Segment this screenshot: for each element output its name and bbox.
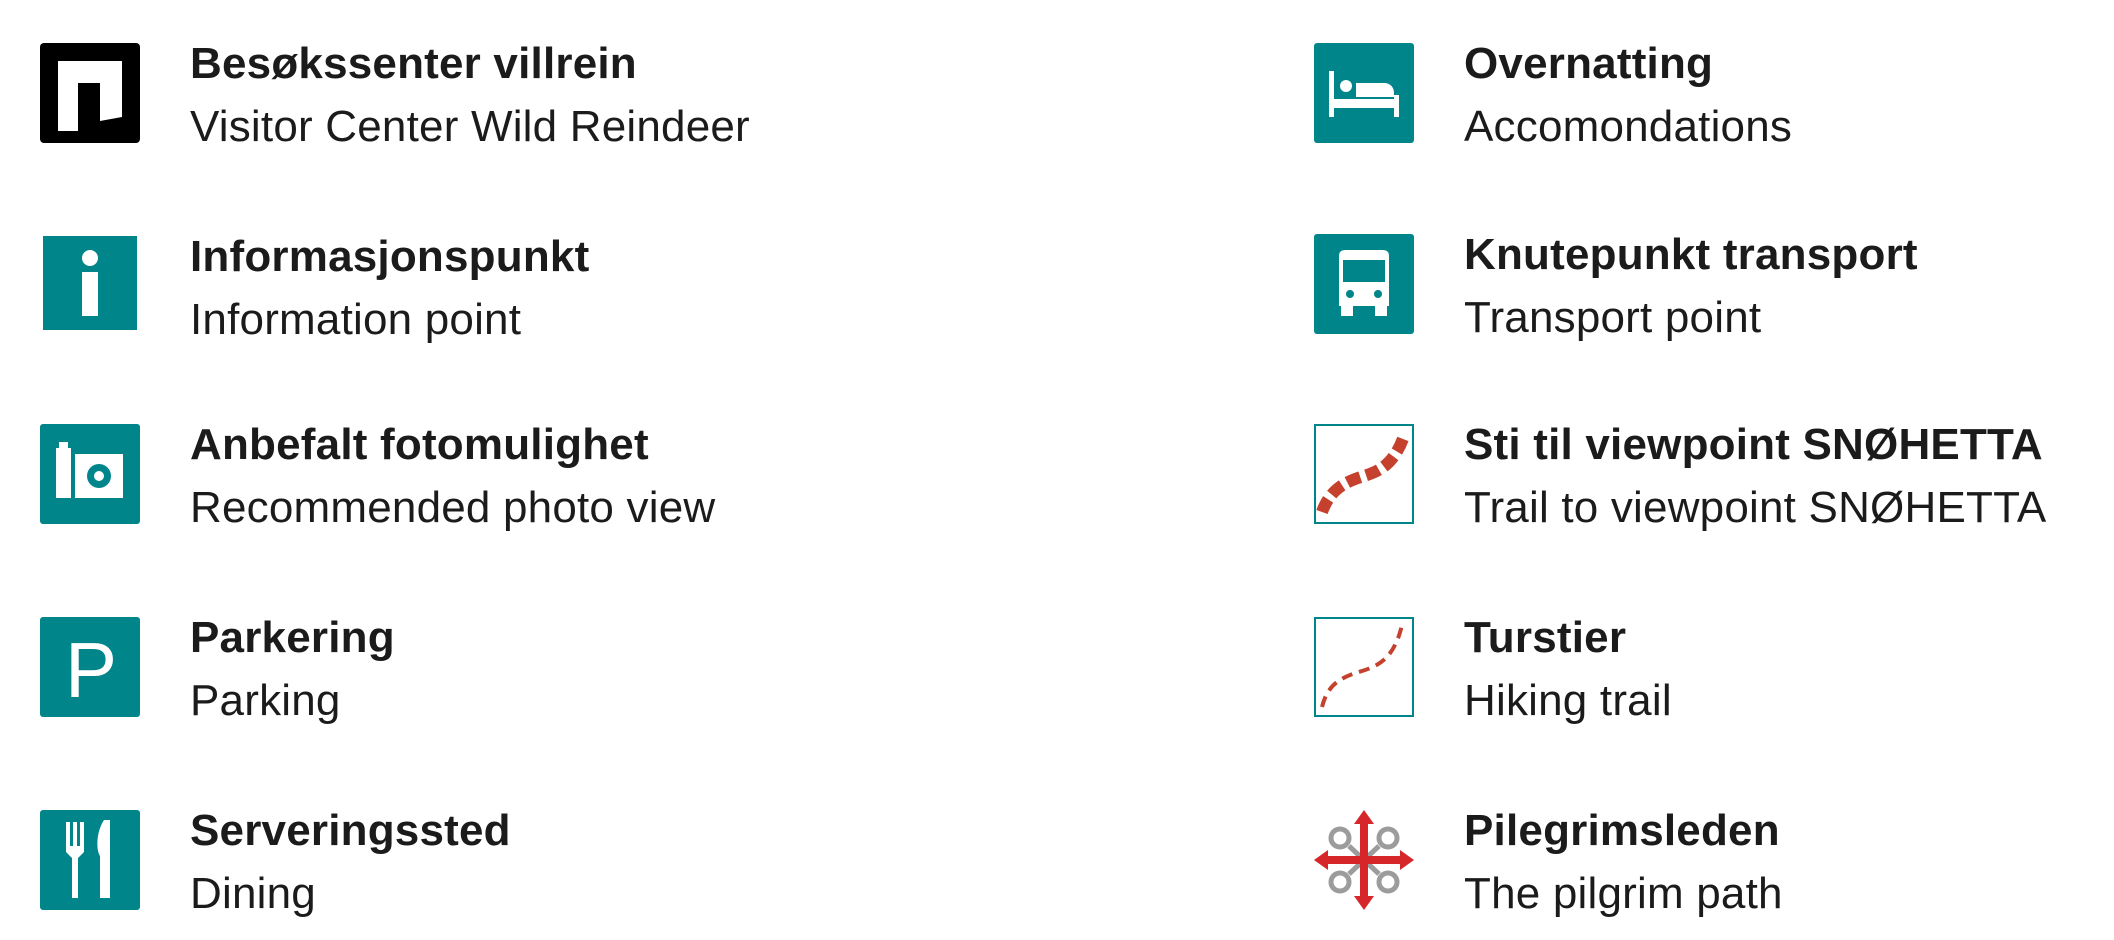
legend-title-visitor-center: Besøkssenter villrein — [190, 39, 637, 88]
hiking-trail-icon — [1314, 617, 1414, 717]
legend-title-dining: Serveringssted — [190, 806, 511, 855]
legend-subtitle-viewpoint-trail: Trail to viewpoint SNØHETTA — [1464, 483, 2047, 532]
legend-title-information: Informasjonspunkt — [190, 232, 590, 281]
info-icon — [40, 236, 140, 336]
bed-icon — [1314, 43, 1414, 143]
legend-subtitle-photo: Recommended photo view — [190, 483, 716, 532]
visitor-center-icon — [40, 43, 140, 143]
legend-title-pilgrim-path: Pilegrimsleden — [1464, 806, 1780, 855]
legend-title-photo: Anbefalt fotomulighet — [190, 420, 649, 469]
parking-letter: P — [65, 626, 117, 714]
legend-subtitle-hiking-trail: Hiking trail — [1464, 676, 1672, 725]
cutlery-icon — [40, 810, 140, 910]
parking-icon: P — [40, 617, 140, 717]
viewpoint-trail-icon — [1314, 424, 1414, 524]
legend-title-viewpoint-trail: Sti til viewpoint SNØHETTA — [1464, 420, 2043, 469]
legend-subtitle-transport: Transport point — [1464, 293, 1762, 342]
legend-subtitle-pilgrim-path: The pilgrim path — [1464, 869, 1783, 918]
pilgrim-path-icon — [1314, 810, 1414, 910]
legend-subtitle-information: Information point — [190, 295, 522, 344]
legend-title-parking: Parkering — [190, 613, 395, 662]
legend-title-transport: Knutepunkt transport — [1464, 230, 1918, 279]
bus-icon — [1314, 234, 1414, 334]
legend-subtitle-dining: Dining — [190, 869, 316, 918]
legend-subtitle-accommodation: Accomondations — [1464, 102, 1793, 151]
camera-icon — [40, 424, 140, 524]
legend-title-accommodation: Overnatting — [1464, 39, 1714, 88]
legend-subtitle-parking: Parking — [190, 676, 341, 725]
legend-title-hiking-trail: Turstier — [1464, 613, 1627, 662]
legend-subtitle-visitor-center: Visitor Center Wild Reindeer — [190, 102, 750, 151]
